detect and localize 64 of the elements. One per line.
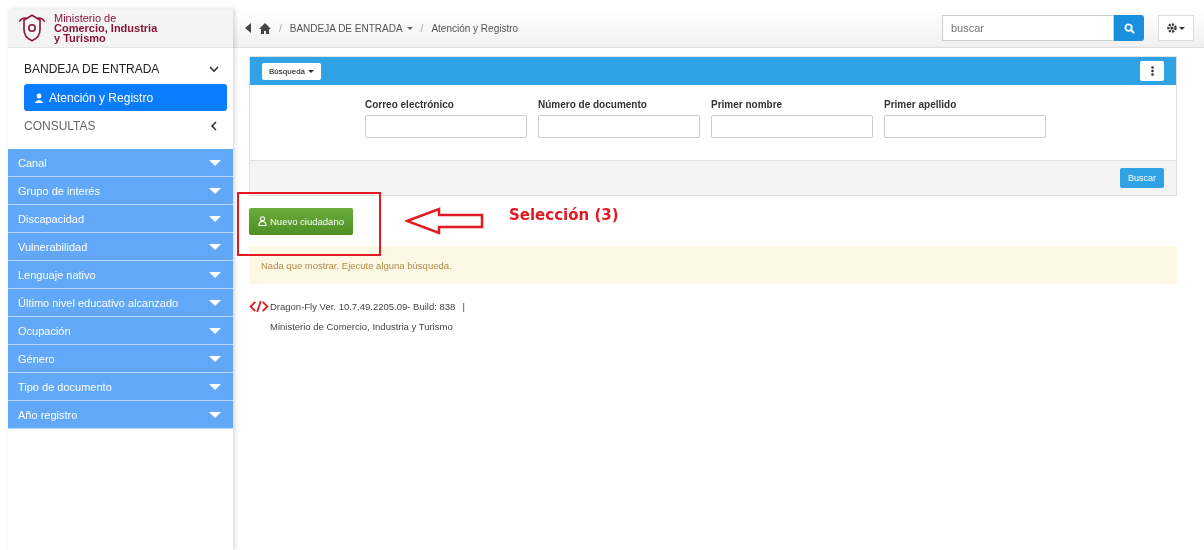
user-icon bbox=[34, 92, 44, 103]
caret-icon bbox=[209, 187, 221, 194]
filter-dropdown[interactable]: Último nivel educativo alcanzado bbox=[8, 289, 233, 317]
filter-dropdown[interactable]: Discapacidad bbox=[8, 205, 233, 233]
brand-name-line: y Turismo bbox=[54, 33, 106, 43]
search-icon bbox=[1123, 22, 1135, 34]
user-icon bbox=[258, 216, 267, 226]
more-button[interactable] bbox=[1140, 61, 1164, 81]
caret-icon bbox=[209, 271, 221, 278]
crest-icon bbox=[16, 12, 48, 44]
caret-icon bbox=[209, 411, 221, 418]
settings-icon bbox=[1166, 22, 1186, 34]
breadcrumb-separator: / bbox=[279, 22, 282, 34]
nav-item[interactable]: Atención y Registro bbox=[24, 84, 227, 111]
brand-name-line: Comercio, Industria bbox=[54, 23, 158, 33]
filter-dropdown[interactable]: Ocupación bbox=[8, 317, 233, 345]
chevron-left-icon bbox=[209, 121, 219, 131]
caret-icon bbox=[209, 327, 221, 334]
filter-dropdown[interactable]: Tipo de documento bbox=[8, 373, 233, 401]
nav-section[interactable]: BANDEJA DE ENTRADA bbox=[24, 54, 227, 84]
field-label: Primer nombre bbox=[711, 99, 784, 110]
filter-dropdown[interactable]: Género bbox=[8, 345, 233, 373]
version-text: Dragon-Fly Ver. 10.7.49.2205.09- Build: 838 bbox=[270, 301, 456, 312]
input-field[interactable] bbox=[711, 115, 873, 138]
filter-dropdown[interactable]: Grupo de interés bbox=[8, 177, 233, 205]
annotation-label: Selección (3) bbox=[508, 206, 619, 224]
filter-dropdown[interactable]: Lenguaje nativo bbox=[8, 261, 233, 289]
field-label: Primer apellido bbox=[884, 99, 958, 110]
caret-icon bbox=[209, 383, 221, 390]
input-field[interactable] bbox=[884, 115, 1046, 138]
breadcrumb-link[interactable]: BANDEJA DE ENTRADA bbox=[289, 22, 413, 34]
filter-dropdown[interactable]: Vulnerabilidad bbox=[8, 233, 233, 261]
nav-section[interactable]: CONSULTAS bbox=[24, 111, 227, 141]
brand-name-line: Ministerio de bbox=[54, 13, 118, 23]
field-label: Correo electrónico bbox=[365, 99, 455, 110]
breadcrumb-separator: / bbox=[420, 22, 424, 34]
field-label: Número de documento bbox=[538, 99, 648, 110]
caret-icon bbox=[308, 69, 315, 73]
arrow-icon bbox=[404, 207, 485, 235]
search-submit-button[interactable]: Buscar bbox=[1120, 168, 1164, 188]
code-icon bbox=[249, 300, 269, 313]
caret-icon bbox=[209, 299, 221, 306]
home-icon[interactable] bbox=[259, 22, 271, 34]
search-menu-button[interactable]: Búsqueda bbox=[262, 62, 322, 80]
footer-separator: | bbox=[462, 301, 465, 312]
caret-icon bbox=[406, 26, 413, 30]
caret-icon bbox=[209, 355, 221, 362]
search-field[interactable]: buscar bbox=[942, 15, 1114, 41]
filter-dropdown[interactable]: Canal bbox=[8, 149, 233, 177]
input-field[interactable] bbox=[365, 115, 527, 138]
alert-text: Nada que mostrar. Ejecute alguna búsqueda. bbox=[261, 259, 452, 271]
chevron-down-icon bbox=[209, 64, 219, 74]
caret-icon bbox=[209, 159, 221, 166]
organization-text: Ministerio de Comercio, Industria y Turismo bbox=[270, 321, 454, 332]
input-field[interactable] bbox=[538, 115, 700, 138]
settings-button[interactable] bbox=[1158, 15, 1194, 41]
breadcrumb-link[interactable]: Atención y Registro bbox=[431, 22, 519, 34]
search-button[interactable] bbox=[1114, 15, 1144, 41]
new-citizen-button[interactable]: Nuevo ciudadano bbox=[249, 207, 353, 235]
filter-dropdown[interactable]: Año registro bbox=[8, 401, 233, 429]
caret-icon bbox=[209, 243, 221, 250]
more-icon bbox=[1150, 66, 1154, 76]
back-icon[interactable] bbox=[245, 23, 251, 33]
caret-icon bbox=[209, 215, 221, 222]
